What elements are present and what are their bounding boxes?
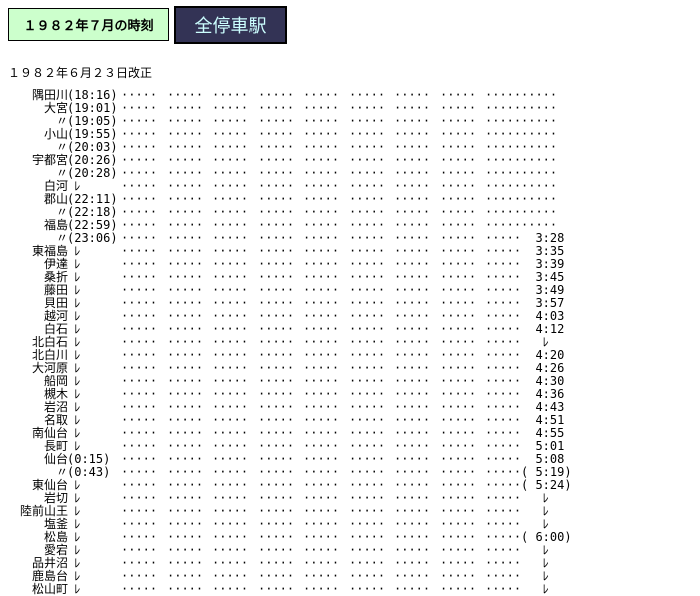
no-service-dots: ····· — [349, 582, 386, 596]
no-service-dots: ····· — [121, 582, 158, 596]
last-train-time: ﾚ — [521, 582, 549, 596]
no-service-dots: ····· — [258, 582, 295, 596]
timetable-rows: 隅田川 (18:16) ····· ····· ····· ····· ····· ·····… — [0, 89, 700, 596]
station-name: 松山町 — [31, 582, 68, 596]
all-stations-button[interactable]: 全停車駅 — [174, 6, 287, 44]
no-service-dots: ····· — [440, 582, 477, 596]
all-stations-label: 全停車駅 — [194, 16, 267, 37]
no-service-dots: ····· — [212, 582, 249, 596]
no-service-dots: ····· — [485, 582, 522, 596]
timetable-row: 松山町 ﾚ ····· ····· ····· ····· ····· ····· ·····… — [0, 583, 700, 596]
no-service-dots: ····· — [303, 582, 340, 596]
timetable-month-label: １９８２年７月の時刻 — [23, 19, 154, 34]
revision-note: １９８２年６月２３日改正 — [8, 66, 153, 80]
no-service-dots: ····· — [167, 582, 204, 596]
no-service-dots: ····· — [394, 582, 431, 596]
timetable-month-button[interactable]: １９８２年７月の時刻 — [8, 8, 169, 41]
first-train-time: ﾚ — [67, 582, 81, 596]
